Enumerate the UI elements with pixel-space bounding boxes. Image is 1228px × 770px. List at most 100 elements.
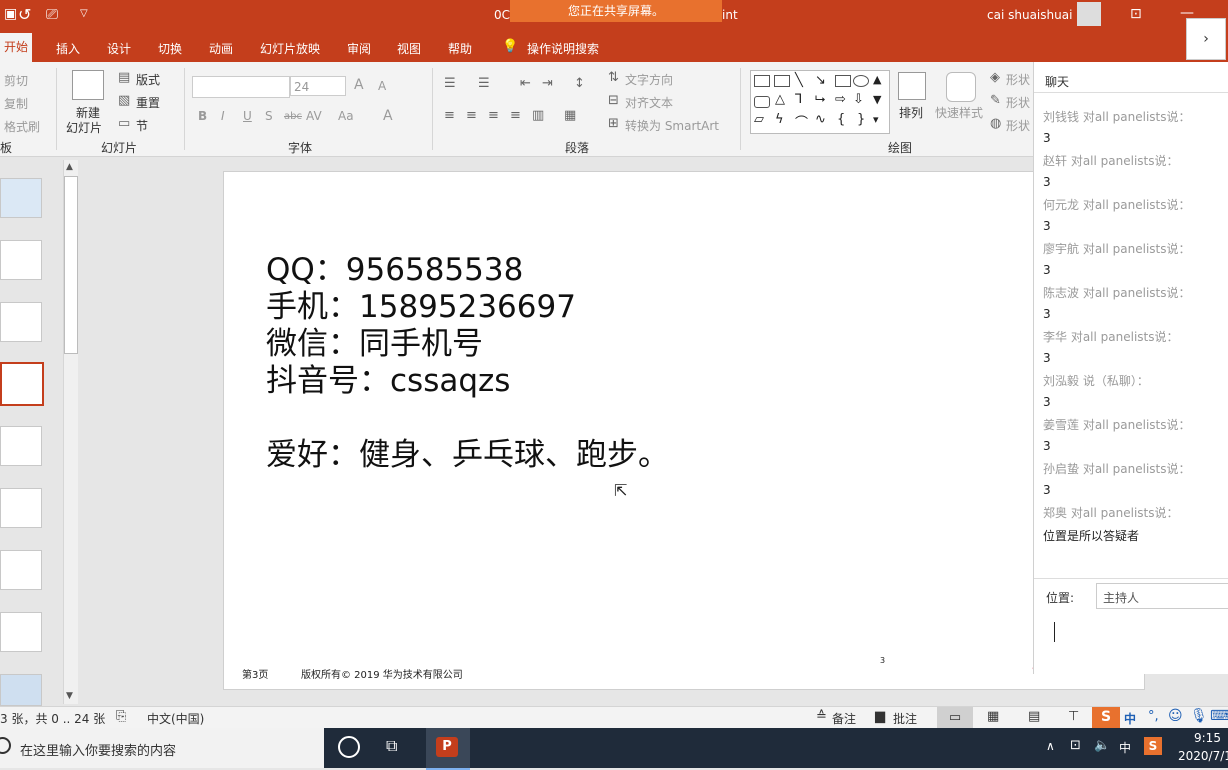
change-case-button[interactable]: Aa: [338, 109, 354, 123]
language-indicator[interactable]: 中文(中国): [147, 710, 204, 727]
taskbar-ime-indicator[interactable]: 中: [1119, 739, 1131, 756]
scroll-down-icon[interactable]: ▼: [873, 93, 881, 106]
rounded-rect-shape-icon[interactable]: [754, 96, 770, 108]
align-right-icon[interactable]: ≡: [488, 108, 499, 123]
rectangle-shape-icon[interactable]: [835, 75, 851, 87]
slide-thumbnail[interactable]: [0, 178, 42, 218]
tab-home[interactable]: 开始: [0, 33, 33, 62]
copy-button[interactable]: 复制: [4, 95, 28, 112]
left-brace-icon[interactable]: {: [837, 112, 845, 127]
strikethrough-button[interactable]: abc: [284, 111, 302, 122]
ribbon-display-icon[interactable]: ⊡: [1130, 6, 1142, 22]
tab-insert[interactable]: 插入: [56, 40, 80, 57]
callout-shape-icon[interactable]: ▱: [754, 112, 764, 127]
sogou-ime-icon[interactable]: S: [1092, 707, 1120, 728]
grow-font-button[interactable]: A: [354, 77, 364, 93]
new-slide-icon[interactable]: [72, 70, 104, 100]
arrow-line-shape-icon[interactable]: ↘: [815, 73, 826, 88]
shadow-button[interactable]: S: [265, 109, 273, 123]
slide-thumbnail[interactable]: [0, 488, 42, 528]
presentation-icon[interactable]: ⎚: [46, 5, 58, 23]
punctuation-icon[interactable]: °,: [1148, 709, 1159, 724]
elbow-connector-icon[interactable]: ⅂: [795, 92, 802, 107]
numbering-icon[interactable]: ☰: [478, 76, 490, 91]
decrease-indent-icon[interactable]: ⇤: [520, 76, 531, 91]
columns-icon[interactable]: ▦: [564, 108, 576, 123]
powerpoint-taskbar-button[interactable]: P: [426, 728, 470, 770]
tab-review[interactable]: 审阅: [347, 40, 371, 57]
line-spacing-icon[interactable]: ↕: [574, 76, 585, 91]
clock-date[interactable]: 2020/7/1: [1178, 749, 1228, 763]
slide-sorter-icon[interactable]: ▦: [987, 709, 999, 724]
italic-button[interactable]: I: [221, 109, 225, 123]
text-direction-button[interactable]: 文字方向: [625, 71, 673, 88]
shapes-gallery[interactable]: ╲ ↘ △ ⅂ ⮡ ⇨ ⇩ ▱ ϟ ⌒ ∿ { } ▲ ▼ ▾: [750, 70, 890, 134]
tell-me-search[interactable]: 操作说明搜索: [527, 40, 599, 57]
section-button[interactable]: 节: [136, 117, 148, 134]
slide-thumbnail-selected[interactable]: [0, 362, 44, 406]
slide-thumbnail[interactable]: [0, 302, 42, 342]
avatar[interactable]: [1077, 2, 1101, 26]
font-color-button[interactable]: A: [383, 108, 393, 124]
triangle-shape-icon[interactable]: △: [775, 92, 785, 107]
right-brace-icon[interactable]: }: [857, 112, 865, 127]
slide-thumbnail[interactable]: [0, 550, 42, 590]
align-text-button[interactable]: 对齐文本: [625, 94, 673, 111]
shape-effects-button[interactable]: 形状: [1006, 117, 1030, 134]
chat-message-input[interactable]: [1034, 614, 1228, 674]
justify-icon[interactable]: ≡: [510, 108, 521, 123]
more-shapes-icon[interactable]: ▾: [873, 113, 879, 126]
curve-shape-icon[interactable]: ∿: [815, 112, 826, 127]
reset-button[interactable]: 重置: [136, 94, 160, 111]
quick-styles-button[interactable]: 快速样式: [935, 104, 983, 121]
microphone-icon[interactable]: 🎙: [1190, 708, 1208, 724]
slide-text-hobbies[interactable]: 爱好：健身、乒乓球、跑步。: [266, 429, 669, 474]
shape-fill-button[interactable]: 形状: [1006, 71, 1030, 88]
align-left-icon[interactable]: ≡: [444, 108, 455, 123]
smartart-button[interactable]: 转换为 SmartArt: [625, 117, 719, 134]
taskbar-search[interactable]: 在这里输入你要搜索的内容: [0, 728, 324, 768]
tab-transitions[interactable]: 切换: [158, 40, 182, 57]
distributed-icon[interactable]: ▥: [532, 108, 544, 123]
right-arrow-shape-icon[interactable]: ⇨: [835, 92, 846, 107]
save-icon[interactable]: ▣: [4, 6, 17, 22]
layout-button[interactable]: 版式: [136, 71, 160, 88]
underline-button[interactable]: U: [243, 109, 252, 123]
emoji-icon[interactable]: ☺: [1168, 708, 1183, 724]
oval-shape-icon[interactable]: [853, 75, 869, 87]
normal-view-icon[interactable]: ▭: [937, 707, 973, 728]
arc-shape-icon[interactable]: ⌒: [795, 112, 808, 131]
cut-button[interactable]: 剪切: [4, 72, 28, 89]
tab-view[interactable]: 视图: [397, 40, 421, 57]
shape-outline-button[interactable]: 形状: [1006, 94, 1030, 111]
slide-thumbnail[interactable]: [0, 612, 42, 652]
accessibility-icon[interactable]: ⎘: [116, 709, 126, 724]
bullets-icon[interactable]: ☰: [444, 76, 456, 91]
vertical-textbox-shape-icon[interactable]: [774, 75, 790, 87]
notes-button[interactable]: 备注: [832, 710, 856, 727]
down-arrow-shape-icon[interactable]: ⇩: [853, 92, 864, 107]
tab-help[interactable]: 帮助: [448, 40, 472, 57]
arrange-icon[interactable]: [898, 72, 926, 100]
comments-button[interactable]: 批注: [893, 710, 917, 727]
slide-text-douyin[interactable]: 抖音号：cssaqzs: [266, 355, 510, 400]
sogou-tray-icon[interactable]: S: [1144, 737, 1162, 755]
font-name-select[interactable]: [192, 76, 290, 98]
textbox-shape-icon[interactable]: [754, 75, 770, 87]
quick-styles-icon[interactable]: [946, 72, 976, 102]
reading-view-icon[interactable]: ▤: [1028, 709, 1040, 724]
font-size-select[interactable]: 24: [290, 76, 346, 96]
task-view-icon[interactable]: ⧉: [386, 736, 397, 756]
slide-thumbnail[interactable]: [0, 674, 42, 706]
scroll-up-icon[interactable]: ▲: [873, 73, 881, 86]
volume-icon[interactable]: 🔈: [1094, 738, 1110, 753]
slide-canvas[interactable]: QQ：956585538 手机：15895236697 微信：同手机号 抖音号：…: [223, 171, 1145, 690]
format-painter-button[interactable]: 格式刷: [4, 118, 40, 135]
chat-recipient-select[interactable]: 主持人: [1096, 583, 1228, 609]
chevron-right-icon[interactable]: ›: [1186, 18, 1226, 60]
cortana-icon[interactable]: [338, 736, 360, 758]
slideshow-view-icon[interactable]: ⊤: [1068, 709, 1079, 724]
clock-time[interactable]: 9:15: [1194, 731, 1221, 745]
new-slide-button-label[interactable]: 幻灯片: [66, 119, 102, 136]
arrange-button[interactable]: 排列: [899, 104, 923, 121]
